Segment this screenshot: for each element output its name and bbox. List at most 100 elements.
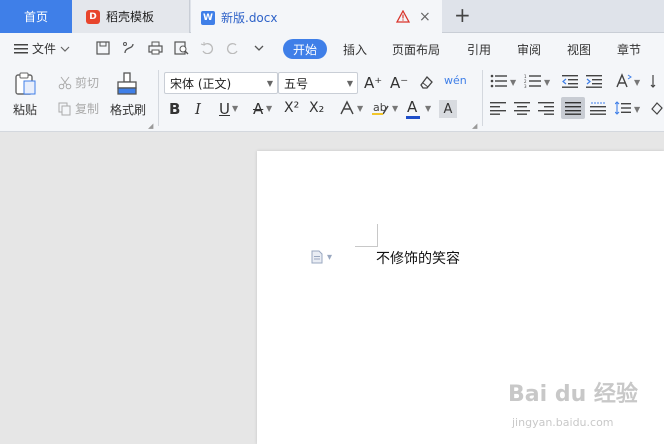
warning-icon[interactable]	[395, 9, 411, 26]
text-effect-icon[interactable]	[339, 100, 355, 116]
scissors-icon	[58, 76, 72, 89]
increase-indent-icon[interactable]	[586, 74, 602, 88]
chevron-down-icon: ▾	[327, 251, 333, 263]
close-tab-icon[interactable]: ×	[419, 9, 431, 25]
cut-button[interactable]: 剪切	[58, 74, 99, 91]
hamburger-icon	[14, 43, 28, 53]
svg-text:3: 3	[524, 84, 527, 88]
baidu-jingyan-watermark: Bai du 经验	[508, 382, 638, 407]
redo-icon[interactable]	[224, 39, 242, 57]
font-size-select[interactable]: 五号 ▼	[278, 72, 358, 94]
grow-font-button[interactable]: A⁺	[364, 74, 382, 92]
bullet-list-icon[interactable]	[490, 74, 508, 88]
output-pdf-icon[interactable]	[120, 39, 138, 57]
word-doc-icon: W	[201, 10, 215, 25]
font-dialog-launcher-icon[interactable]: ◢	[472, 122, 477, 130]
shading-icon[interactable]	[650, 100, 664, 116]
baidu-jingyan-watermark-url: jingyan.baidu.com	[512, 416, 614, 429]
font-name-select[interactable]: 宋体 (正文) ▼	[164, 72, 278, 94]
file-menu-label: 文件	[32, 42, 57, 56]
numbered-list-icon[interactable]: 123	[524, 74, 542, 88]
clipboard-dialog-launcher-icon[interactable]: ◢	[148, 122, 153, 130]
align-right-icon[interactable]	[538, 101, 554, 115]
undo-icon[interactable]	[198, 39, 216, 57]
justify-icon	[565, 101, 581, 115]
bold-button[interactable]: B	[169, 100, 180, 118]
tab-document-label: 新版.docx	[221, 11, 278, 25]
ribbon-tab-view[interactable]: 视图	[567, 39, 591, 59]
tab-home[interactable]: 首页	[0, 0, 72, 33]
cut-label: 剪切	[75, 76, 100, 90]
ribbon-tab-page-layout[interactable]: 页面布局	[392, 39, 440, 59]
separator	[482, 70, 483, 126]
copy-icon	[58, 102, 71, 115]
format-painter-button[interactable]: 格式刷	[110, 71, 146, 118]
print-preview-icon[interactable]	[172, 39, 190, 57]
italic-button[interactable]: I	[195, 100, 201, 118]
quick-access-toolbar	[94, 39, 268, 57]
character-shading-button[interactable]: A	[439, 100, 457, 118]
menu-bar: 文件 开始 插入 页面布局 引用 审阅 视图 章节	[0, 33, 664, 64]
ribbon-tab-references[interactable]: 引用	[467, 39, 491, 59]
tab-daoke-templates[interactable]: D 稻壳模板	[72, 0, 190, 33]
strikethrough-button[interactable]: A	[253, 100, 263, 118]
file-menu-button[interactable]: 文件	[14, 40, 70, 57]
ribbon-toolbar: 粘贴 剪切 复制 格式刷 宋体 (正文) ▼ 五号 ▼ A⁺ A⁻ wén B …	[0, 64, 664, 132]
font-name-value: 宋体 (正文)	[170, 76, 232, 91]
copy-button[interactable]: 复制	[58, 100, 99, 117]
ribbon-tab-insert[interactable]: 插入	[343, 39, 367, 59]
font-color-letter: A	[407, 98, 418, 116]
paragraph-handle[interactable]: ▾	[311, 250, 332, 264]
chevron-down-icon[interactable]: ▼	[392, 104, 398, 113]
print-icon[interactable]	[146, 39, 164, 57]
chevron-down-icon[interactable]: ▼	[232, 104, 238, 113]
shrink-font-button[interactable]: A⁻	[390, 74, 408, 92]
chevron-down-icon[interactable]: ▼	[425, 104, 431, 113]
align-left-icon[interactable]	[490, 101, 506, 115]
align-center-icon[interactable]	[514, 101, 530, 115]
title-tab-bar: 首页 D 稻壳模板 W 新版.docx × +	[0, 0, 664, 33]
daoke-logo-icon: D	[86, 9, 100, 24]
highlight-icon[interactable]: ab	[372, 100, 390, 116]
subscript-button[interactable]: X₂	[309, 100, 324, 116]
ribbon-tab-start[interactable]: 开始	[283, 39, 328, 59]
chevron-down-icon	[60, 46, 70, 52]
paste-label: 粘贴	[12, 103, 37, 117]
clear-format-icon[interactable]	[418, 74, 434, 90]
chevron-down-icon: ▼	[266, 79, 273, 88]
chevron-down-icon[interactable]: ▼	[544, 78, 550, 87]
chevron-down-icon[interactable]: ▼	[357, 104, 363, 113]
save-icon[interactable]	[94, 39, 112, 57]
line-spacing-icon[interactable]	[615, 101, 631, 115]
chevron-down-icon[interactable]: ▼	[266, 104, 272, 113]
copy-label: 复制	[75, 102, 100, 116]
underline-button[interactable]: U	[219, 100, 230, 118]
chevron-down-icon: ▼	[346, 79, 353, 88]
font-color-bar	[406, 116, 420, 119]
ribbon-tab-section[interactable]: 章节	[617, 39, 641, 59]
superscript-button[interactable]: X²	[284, 100, 299, 116]
ribbon-tab-review[interactable]: 审阅	[517, 39, 541, 59]
phonetic-guide-button[interactable]: wén	[444, 74, 467, 87]
chevron-down-icon[interactable]: ▼	[634, 78, 640, 87]
chevron-down-icon[interactable]: ▼	[510, 78, 516, 87]
page-margin-corner-mark	[377, 224, 378, 247]
distribute-icon[interactable]	[590, 101, 606, 115]
tab-home-label: 首页	[23, 10, 48, 24]
document-icon	[311, 250, 323, 264]
font-size-value: 五号	[284, 76, 309, 91]
tab-document[interactable]: W 新版.docx ×	[191, 0, 442, 33]
document-text[interactable]: 不修饰的笑容	[376, 248, 460, 268]
font-color-button[interactable]: A	[407, 98, 417, 116]
paste-icon	[15, 72, 36, 95]
sort-icon[interactable]	[650, 73, 664, 89]
paste-button[interactable]: 粘贴	[12, 71, 38, 118]
customize-toolbar-icon[interactable]	[250, 39, 268, 57]
format-painter-label: 格式刷	[110, 103, 147, 117]
page-margin-corner-mark	[355, 246, 377, 247]
new-tab-button[interactable]: +	[454, 3, 471, 27]
chevron-down-icon[interactable]: ▼	[634, 105, 640, 114]
decrease-indent-icon[interactable]	[562, 74, 578, 88]
text-direction-icon[interactable]	[614, 72, 632, 90]
format-painter-icon	[117, 72, 137, 95]
